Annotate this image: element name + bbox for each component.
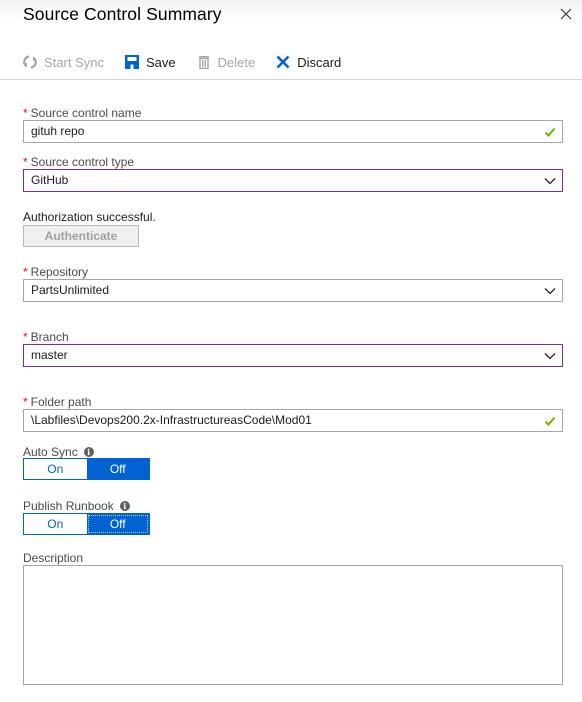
save-button[interactable]: Save	[124, 54, 176, 70]
sync-icon	[22, 54, 38, 70]
discard-icon	[275, 54, 291, 70]
blade-header: Source Control Summary Start Sync Save D…	[0, 0, 582, 80]
required-marker: *	[23, 155, 28, 169]
publish-runbook-toggle: On Off	[23, 513, 150, 535]
description-label: Description	[23, 551, 84, 565]
close-icon	[560, 8, 572, 20]
chevron-down-icon	[544, 353, 556, 360]
source-control-name-input[interactable]: gituh repo	[23, 120, 563, 143]
valid-check-icon	[544, 127, 556, 137]
valid-check-icon	[544, 416, 556, 426]
auto-sync-off[interactable]: Off	[86, 459, 149, 479]
repository-label: * Repository	[23, 265, 89, 279]
folder-path-input[interactable]: \Labfiles\Devops200.2x-InfrastructureasC…	[23, 409, 563, 432]
authenticate-button[interactable]: Authenticate	[23, 225, 139, 247]
chevron-down-icon	[544, 288, 556, 295]
auto-sync-toggle: On Off	[23, 458, 150, 480]
source-control-name-label: * Source control name	[23, 106, 142, 120]
save-icon	[124, 54, 140, 70]
publish-runbook-label: Publish Runbook i	[23, 499, 130, 513]
discard-button[interactable]: Discard	[275, 54, 341, 70]
discard-label: Discard	[297, 54, 342, 70]
command-bar: Start Sync Save Delete Discard	[22, 51, 361, 73]
authorization-status: Authorization successful.	[23, 210, 156, 224]
repository-dropdown[interactable]: PartsUnlimited	[23, 279, 563, 302]
branch-label: * Branch	[23, 330, 69, 344]
folder-path-label: * Folder path	[23, 395, 92, 409]
required-marker: *	[23, 265, 28, 279]
publish-runbook-on[interactable]: On	[24, 514, 87, 534]
page-title: Source Control Summary	[23, 4, 222, 24]
required-marker: *	[23, 106, 28, 120]
info-icon[interactable]: i	[119, 501, 130, 511]
info-icon[interactable]: i	[83, 447, 94, 457]
auto-sync-label: Auto Sync i	[23, 445, 94, 459]
description-textarea[interactable]	[23, 565, 563, 685]
start-sync-button[interactable]: Start Sync	[22, 54, 104, 70]
chevron-down-icon	[544, 178, 556, 185]
publish-runbook-off[interactable]: Off	[86, 514, 149, 534]
required-marker: *	[23, 330, 28, 344]
save-label: Save	[145, 54, 176, 70]
auto-sync-on[interactable]: On	[24, 459, 87, 479]
trash-icon	[196, 54, 212, 70]
start-sync-label: Start Sync	[44, 54, 104, 70]
close-button[interactable]	[558, 6, 574, 22]
source-control-type-label: * Source control type	[23, 155, 135, 169]
branch-dropdown[interactable]: master	[23, 344, 563, 367]
delete-label: Delete	[217, 54, 256, 70]
required-marker: *	[23, 395, 28, 409]
delete-button[interactable]: Delete	[196, 54, 256, 70]
source-control-type-dropdown[interactable]: GitHub	[23, 169, 563, 192]
